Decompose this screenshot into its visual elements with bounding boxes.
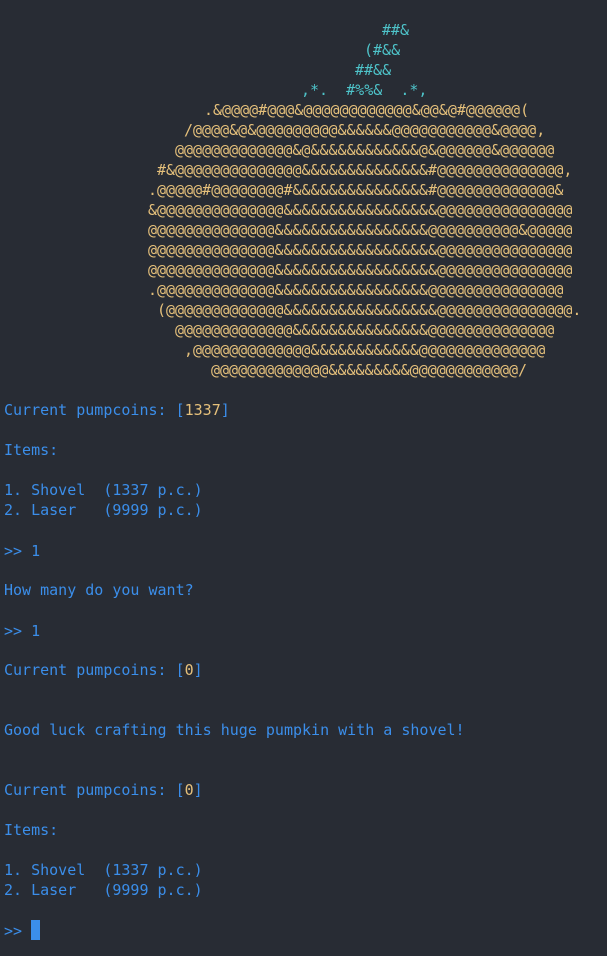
result-message: Good luck crafting this huge pumpkin wit… [4, 721, 465, 739]
user-input-choice: 1 [31, 542, 41, 560]
art-pumpkin-line: @@@@@@@@@@@@@@&&&&&&&&&&&&&&&&&@@@@@@@@@… [148, 221, 573, 239]
art-pumpkin-line: @@@@@@@@@@@@@&&&&&&&&&&&&&&&@@@@@@@@@@@@… [175, 321, 555, 339]
list-item: 2. Laser (9999 p.c.) [4, 501, 203, 519]
art-pumpkin-line: @@@@@@@@@@@@@@&&&&&&&&&&&&&&&&&&@@@@@@@@… [148, 261, 573, 279]
prompt-line: >> 1 [4, 541, 40, 561]
art-pumpkin-line: .@@@@@#@@@@@@@@#&&&&&&&&&&&&&&&#@@@@@@@@… [148, 181, 564, 199]
art-pumpkin-line: @@@@@@@@@@@@@&&&&&&&&&@@@@@@@@@@@@/ [211, 361, 528, 379]
art-pumpkin-line: &@@@@@@@@@@@@@@&&&&&&&&&&&&&&&&&@@@@@@@@… [148, 201, 573, 219]
pumpcoins-value: 1337 [184, 401, 221, 419]
text-cursor[interactable] [31, 920, 40, 940]
art-stem-line: ,*. #%%& .*, [301, 81, 428, 99]
pumpcoins-status: Current pumpcoins: [0] [4, 781, 203, 799]
pumpcoins-status: Current pumpcoins: [0] [4, 661, 203, 679]
art-pumpkin-line: @@@@@@@@@@@@@&@&&&&&&&&&&&&@&@@@@@@&@@@@… [175, 141, 555, 159]
prompt-symbol: >> [4, 542, 32, 560]
art-stem-line: ##&& [355, 61, 392, 79]
user-input-quantity: 1 [31, 622, 41, 640]
prompt-symbol: >> [4, 622, 32, 640]
list-item: 2. Laser (9999 p.c.) [4, 881, 203, 899]
pumpcoins-label: Current pumpcoins: [4, 661, 176, 679]
art-pumpkin-line: #&@@@@@@@@@@@@@@&&&&&&&&&&&&&&#@@@@@@@@@… [157, 161, 573, 179]
pumpcoins-label: Current pumpcoins: [4, 401, 176, 419]
art-pumpkin-line: ,@@@@@@@@@@@@@&&&&&&&&&&&&@@@@@@@@@@@@@@ [184, 341, 546, 359]
terminal-window[interactable]: ##& (#&& ##&& ,*. #%%& .*, .&@@@@#@@@&@@… [0, 0, 607, 956]
art-stem-line: (#&& [364, 41, 401, 59]
art-pumpkin-line: @@@@@@@@@@@@@@&&&&&&&&&&&&&&&&&&@@@@@@@@… [148, 241, 573, 259]
items-header: Items: [4, 821, 59, 839]
pumpcoins-label: Current pumpcoins: [4, 781, 176, 799]
art-pumpkin-line: .@@@@@@@@@@@@@&&&&&&&&&&&&&&&&&@@@@@@@@@… [148, 281, 564, 299]
quantity-question: How many do you want? [4, 581, 194, 599]
art-pumpkin-line: .&@@@@#@@@&@@@@@@@@@@@@&@@&@#@@@@@@( [204, 101, 530, 119]
prompt-line: >> 1 [4, 621, 40, 641]
pumpcoins-value: 0 [184, 661, 194, 679]
list-item: 1. Shovel (1337 p.c.) [4, 481, 203, 499]
art-stem-line: ##& [382, 21, 410, 39]
pumpcoins-value: 0 [184, 781, 194, 799]
items-header: Items: [4, 441, 59, 459]
art-pumpkin-line: /@@@@&@&@@@@@@@@@&&&&&&@@@@@@@@@@@&@@@@, [184, 121, 546, 139]
list-item: 1. Shovel (1337 p.c.) [4, 861, 203, 879]
art-pumpkin-line: (@@@@@@@@@@@@@&&&&&&&&&&&&&&&&&@@@@@@@@@… [157, 301, 582, 319]
pumpcoins-status: Current pumpcoins: [1337] [4, 401, 230, 419]
active-prompt: >> [4, 922, 32, 940]
